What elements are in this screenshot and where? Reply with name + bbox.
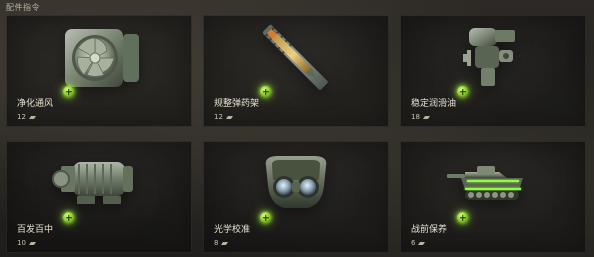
- count-value: 6: [411, 239, 416, 247]
- count-value: 18: [411, 113, 420, 121]
- count-value: 12: [214, 113, 223, 121]
- binocular-icon: [236, 148, 356, 220]
- add-icon[interactable]: [457, 86, 468, 97]
- card-name: 战前保养: [411, 225, 448, 235]
- equipment-card[interactable]: 规整弹药架 12: [203, 15, 389, 127]
- card-count: 8: [214, 239, 229, 247]
- inventory-icon: [422, 115, 430, 119]
- inventory-icon: [221, 241, 229, 245]
- add-icon[interactable]: [260, 212, 271, 223]
- card-name: 百发百中: [17, 225, 54, 235]
- card-name: 稳定润滑油: [411, 99, 457, 109]
- card-name: 规整弹药架: [214, 99, 260, 109]
- inventory-icon: [225, 115, 233, 119]
- card-name: 光学校准: [214, 225, 251, 235]
- motor-icon: [39, 148, 159, 220]
- count-value: 12: [17, 113, 26, 121]
- card-name: 净化通风: [17, 99, 54, 109]
- equipment-card[interactable]: 百发百中 10: [6, 141, 192, 253]
- inventory-icon: [418, 241, 426, 245]
- section-title: 配件指令: [6, 3, 40, 12]
- tank-icon: [433, 148, 553, 220]
- add-icon[interactable]: [457, 212, 468, 223]
- card-count: 10: [17, 239, 37, 247]
- equipment-card[interactable]: 稳定润滑油 18: [400, 15, 586, 127]
- inventory-icon: [28, 241, 36, 245]
- add-icon[interactable]: [63, 212, 74, 223]
- add-icon[interactable]: [260, 86, 271, 97]
- add-icon[interactable]: [63, 86, 74, 97]
- equipment-grid: 净化通风 12 规整弹药架 12 稳定润滑油 18 百发百中 10 光学校准 8…: [6, 15, 589, 253]
- count-value: 8: [214, 239, 219, 247]
- equipment-card[interactable]: 战前保养 6: [400, 141, 586, 253]
- inventory-icon: [28, 115, 36, 119]
- equipment-card[interactable]: 光学校准 8: [203, 141, 389, 253]
- card-count: 18: [411, 113, 431, 121]
- ventilation-icon: [39, 22, 159, 94]
- lubricant-icon: [433, 22, 553, 94]
- card-count: 12: [214, 113, 234, 121]
- card-count: 6: [411, 239, 426, 247]
- card-count: 12: [17, 113, 37, 121]
- ammo-rack-icon: [236, 22, 356, 94]
- equipment-card[interactable]: 净化通风 12: [6, 15, 192, 127]
- count-value: 10: [17, 239, 26, 247]
